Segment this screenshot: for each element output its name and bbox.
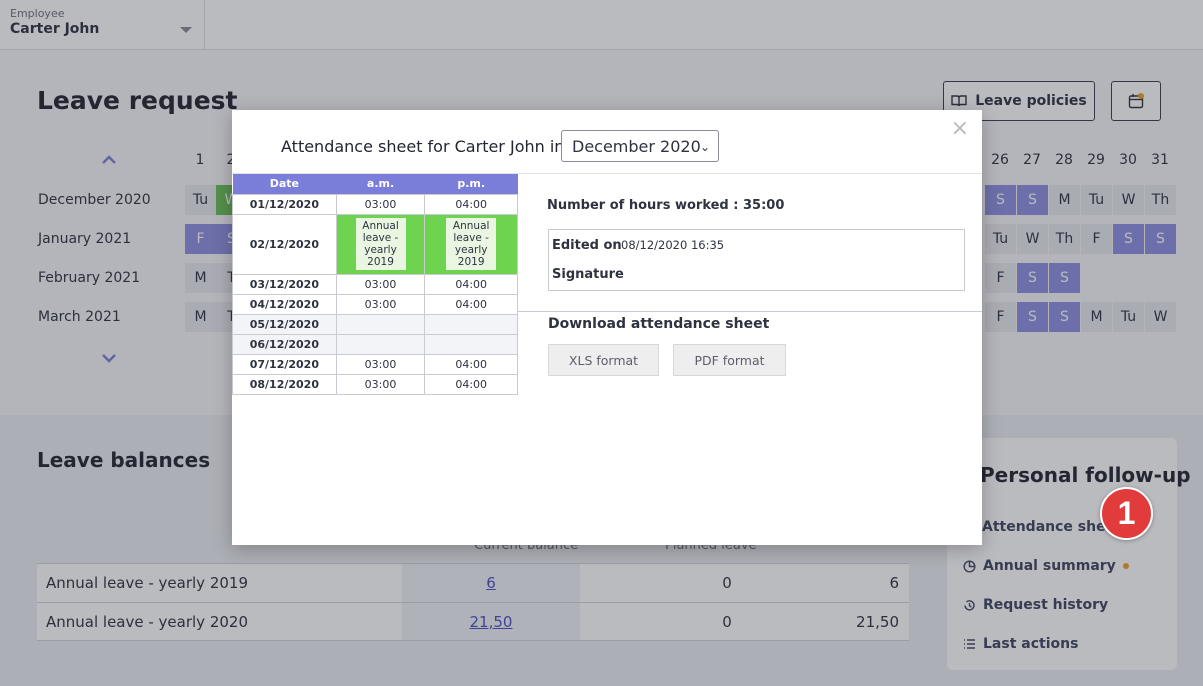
row-am: Annual leave - yearly 2019 — [335, 213, 426, 275]
table-row: 08/12/2020 03:00 04:00 — [232, 373, 518, 395]
pdf-format-label: PDF format — [694, 352, 765, 368]
month-select[interactable]: December 2020 ⌄ — [561, 130, 719, 162]
attendance-sheet-modal: × Attendance sheet for Carter John in De… — [232, 110, 982, 545]
row-pm: 04:00 — [424, 353, 518, 375]
row-date: 08/12/2020 — [232, 373, 337, 395]
close-icon[interactable]: × — [951, 118, 969, 140]
divider — [518, 311, 982, 312]
row-pm — [424, 313, 518, 335]
row-pm — [424, 333, 518, 355]
leave-tag: Annual leave - yearly 2019 — [446, 218, 497, 270]
row-date: 05/12/2020 — [232, 313, 337, 335]
table-row: 03/12/2020 03:00 04:00 — [232, 273, 518, 295]
row-pm: 04:00 — [424, 293, 518, 315]
pdf-format-button[interactable]: PDF format — [673, 344, 786, 376]
edit-info-box: Edited on 08/12/2020 16:35 Signature — [548, 229, 965, 291]
col-date: Date — [232, 174, 337, 194]
month-select-value: December 2020 — [572, 136, 701, 156]
signature-label: Signature — [552, 267, 624, 282]
download-title: Download attendance sheet — [548, 316, 770, 332]
chevron-down-icon: ⌄ — [699, 140, 710, 154]
table-row: 04/12/2020 03:00 04:00 — [232, 293, 518, 315]
table-row: 01/12/2020 03:00 04:00 — [232, 193, 518, 215]
table-row: 02/12/2020 Annual leave - yearly 2019 Annu… — [232, 213, 518, 275]
row-am: 03:00 — [335, 293, 426, 315]
table-row: 05/12/2020 — [232, 313, 518, 335]
row-am: 03:00 — [335, 373, 426, 395]
xls-format-button[interactable]: XLS format — [548, 344, 659, 376]
row-pm: Annual leave - yearly 2019 — [424, 213, 518, 275]
row-date: 07/12/2020 — [232, 353, 337, 375]
row-am — [335, 333, 426, 355]
leave-tag: Annual leave - yearly 2019 — [355, 218, 406, 270]
edited-on-value: 08/12/2020 16:35 — [621, 238, 725, 252]
col-pm: p.m. — [424, 174, 518, 194]
hours-worked: Number of hours worked : 35:00 — [547, 198, 785, 213]
table-row: 06/12/2020 — [232, 333, 518, 355]
col-am: a.m. — [336, 174, 425, 194]
row-am — [335, 313, 426, 335]
xls-format-label: XLS format — [568, 352, 639, 368]
attendance-table: Date a.m. p.m. 01/12/2020 03:00 04:00 02/12… — [232, 174, 518, 395]
edited-on-label: Edited on — [552, 238, 622, 253]
row-am: 03:00 — [335, 273, 426, 295]
table-row: 07/12/2020 03:00 04:00 — [232, 353, 518, 375]
row-pm: 04:00 — [424, 193, 518, 215]
row-am: 03:00 — [335, 193, 426, 215]
row-date: 04/12/2020 — [232, 293, 337, 315]
row-date: 03/12/2020 — [232, 273, 337, 295]
modal-title: Attendance sheet for Carter John in — [281, 137, 565, 156]
row-pm: 04:00 — [424, 373, 518, 395]
row-date: 01/12/2020 — [232, 193, 337, 215]
row-am: 03:00 — [335, 353, 426, 375]
step-marker: 1 — [1100, 487, 1153, 540]
row-date: 02/12/2020 — [232, 213, 337, 275]
row-pm: 04:00 — [424, 273, 518, 295]
row-date: 06/12/2020 — [232, 333, 337, 355]
